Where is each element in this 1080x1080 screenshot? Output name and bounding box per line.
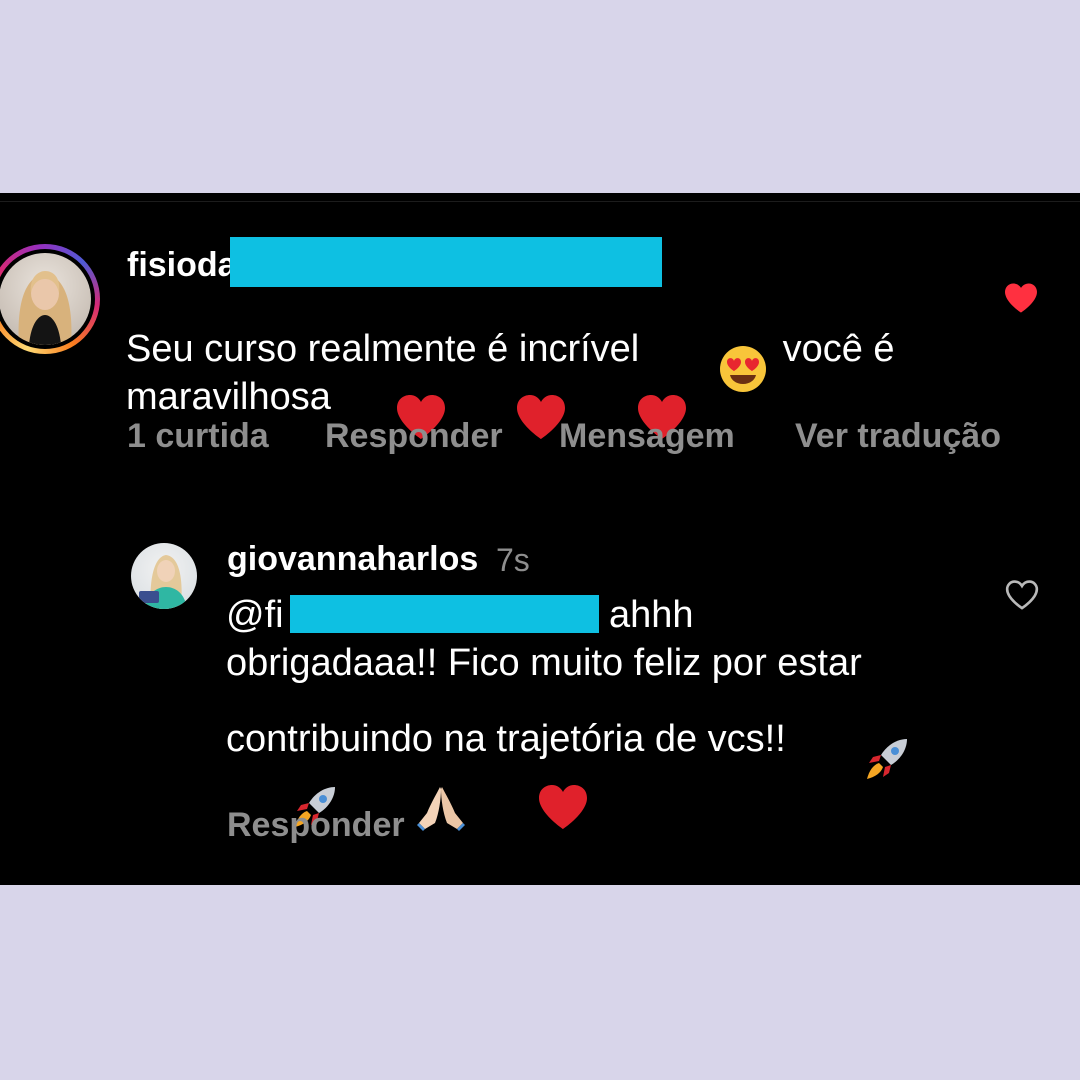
heart-outline-icon[interactable]	[1004, 579, 1040, 611]
reply-text-line1: @fi	[226, 591, 284, 639]
divider	[0, 201, 1080, 202]
reply-avatar[interactable]	[131, 543, 197, 609]
likes-count[interactable]: 1 curtida	[127, 417, 269, 456]
translate-button[interactable]: Ver tradução	[795, 417, 1001, 456]
comments-panel: fisioda Seu curso realmente é incrível v…	[0, 193, 1080, 885]
rocket-emoji	[800, 687, 913, 795]
reply-text-line2: obrigadaaa!! Fico muito feliz por estar	[226, 642, 862, 684]
comment-text-line2-label: maravilhosa	[126, 376, 331, 419]
message-button[interactable]: Mensagem	[559, 417, 735, 456]
reply-button[interactable]: Responder	[325, 417, 503, 456]
reply-text-line1-end: ahhh	[609, 594, 694, 636]
heart-filled-icon[interactable]	[1003, 282, 1039, 314]
comment-text-end: você é	[782, 328, 895, 371]
red-heart-emoji	[473, 735, 590, 843]
redacted-mention-block	[290, 595, 599, 633]
mention-prefix[interactable]: @fi	[226, 594, 284, 636]
reply-reply-button[interactable]: Responder	[227, 806, 405, 845]
reply-username[interactable]: giovannaharlos	[227, 540, 478, 579]
redacted-username-block	[230, 237, 662, 287]
reply-timestamp: 7s	[496, 542, 530, 578]
commenter-username[interactable]: fisioda	[127, 246, 237, 285]
commenter-avatar[interactable]	[0, 244, 100, 354]
